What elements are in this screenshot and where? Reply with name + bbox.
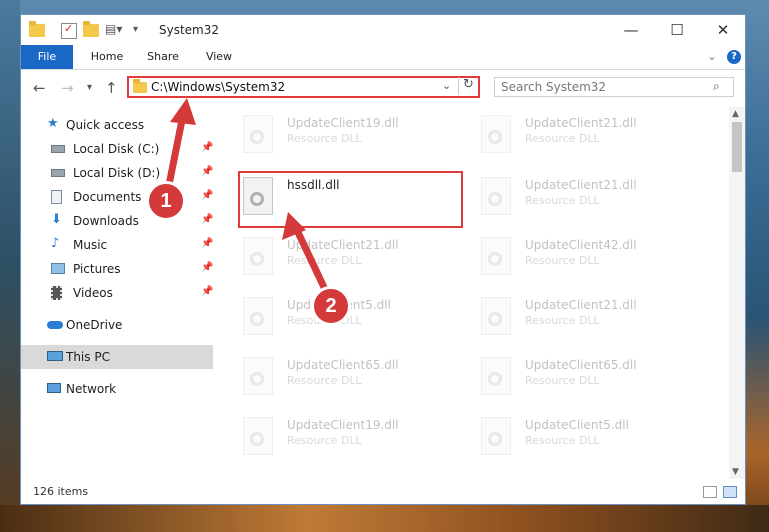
file-tile[interactable]: UpdateClient19.dll Resource DLL [221, 107, 451, 163]
dll-file-icon [243, 357, 273, 395]
drive-icon [51, 169, 65, 177]
star-icon: ★ [47, 116, 59, 131]
up-arrow-icon[interactable]: ↑ [105, 79, 118, 97]
item-count: 126 items [33, 485, 89, 498]
desktop-background-bottom [0, 505, 769, 532]
file-explorer-window: ✓ ▤▾ ▾ System32 — ☐ ✕ File Home Share Vi… [20, 14, 746, 505]
help-icon[interactable]: ? [727, 50, 741, 64]
large-icons-view-icon[interactable] [723, 486, 737, 498]
nav-item-music[interactable]: ♪ Music 📌 [21, 233, 213, 257]
customize-quick-access-icon[interactable]: ▤▾ [105, 22, 122, 38]
music-icon: ♪ [51, 236, 60, 251]
search-icon[interactable]: ⌕ [713, 79, 720, 94]
pin-icon: 📌 [201, 214, 214, 225]
refresh-icon[interactable]: ↻ [458, 77, 474, 95]
file-tile[interactable]: UpdateClient19.dll Resource DLL [221, 409, 451, 465]
recent-locations-chevron-icon[interactable]: ▾ [87, 82, 92, 93]
title-bar: ✓ ▤▾ ▾ System32 — ☐ ✕ [21, 15, 745, 45]
address-path: C:\Windows\System32 [151, 80, 286, 94]
maximize-button[interactable]: ☐ [654, 15, 700, 45]
tab-share[interactable]: Share [143, 45, 183, 69]
file-tile[interactable]: UpdateClient65.dll Resource DLL [221, 349, 451, 405]
scrollbar-thumb[interactable] [732, 122, 742, 172]
forward-arrow-icon[interactable]: → [61, 79, 74, 97]
nav-item-pictures[interactable]: Pictures 📌 [21, 257, 213, 281]
dll-file-icon [481, 417, 511, 455]
file-tile[interactable]: UpdateClient42.dll Resource DLL [459, 229, 689, 285]
properties-icon[interactable]: ✓ [61, 22, 77, 39]
dll-file-icon [243, 237, 273, 275]
scroll-up-icon[interactable]: ▲ [732, 109, 739, 119]
expand-ribbon-icon[interactable]: ⌄ [705, 45, 719, 69]
address-row: ← → ▾ ↑ C:\Windows\System32 ⌄ ↻ Search S… [21, 70, 745, 104]
address-bar[interactable]: C:\Windows\System32 ⌄ ↻ [127, 76, 480, 98]
cloud-icon [47, 321, 63, 329]
status-bar: 126 items [21, 481, 745, 504]
close-button[interactable]: ✕ [700, 15, 746, 45]
pin-icon: 📌 [201, 238, 214, 249]
nav-item-onedrive[interactable]: OneDrive [21, 313, 213, 337]
documents-icon [51, 190, 62, 204]
dll-file-icon [481, 357, 511, 395]
scroll-down-icon[interactable]: ▼ [732, 467, 739, 477]
file-tile[interactable]: UpdateClient5.dll Resource DLL [459, 409, 689, 465]
search-input[interactable]: Search System32 ⌕ [494, 77, 734, 97]
new-folder-icon[interactable] [83, 21, 99, 38]
nav-item-local-disk-c[interactable]: Local Disk (C:) 📌 [21, 137, 213, 161]
file-tile[interactable]: UpdateClient21.dll Resource DLL [459, 289, 689, 345]
window-title: System32 [159, 23, 220, 37]
nav-item-downloads[interactable]: ⬇ Downloads 📌 [21, 209, 213, 233]
back-arrow-icon[interactable]: ← [33, 79, 46, 97]
tab-view[interactable]: View [199, 45, 239, 69]
details-view-icon[interactable] [703, 486, 717, 498]
nav-item-network[interactable]: Network [21, 377, 213, 401]
desktop-background-left [0, 0, 20, 532]
file-tile[interactable]: UpdateClient65.dll Resource DLL [459, 349, 689, 405]
quick-access-dropdown-icon[interactable]: ▾ [133, 24, 149, 40]
minimize-button[interactable]: — [608, 15, 654, 45]
dll-file-icon [481, 115, 511, 153]
dll-file-icon [243, 297, 273, 335]
computer-icon [47, 351, 63, 361]
nav-item-videos[interactable]: Videos 📌 [21, 281, 213, 305]
nav-item-quick-access[interactable]: ★ Quick access [21, 113, 213, 137]
tab-home[interactable]: Home [87, 45, 127, 69]
drive-icon [51, 145, 65, 153]
file-tile[interactable]: UpdateClient21.dll Resource DLL [459, 169, 689, 225]
search-placeholder: Search System32 [501, 80, 607, 94]
dll-file-icon [481, 237, 511, 275]
nav-item-local-disk-d[interactable]: Local Disk (D:) 📌 [21, 161, 213, 185]
dll-file-icon [243, 115, 273, 153]
callout-badge-one: 1 [146, 181, 186, 221]
pin-icon: 📌 [201, 286, 214, 297]
navigation-pane: ★ Quick access Local Disk (C:) 📌 Local D… [21, 107, 213, 479]
dll-file-icon [243, 417, 273, 455]
pin-icon: 📌 [201, 142, 214, 153]
tab-file[interactable]: File [21, 45, 73, 69]
videos-icon [51, 286, 62, 300]
folder-icon [29, 21, 45, 38]
pin-icon: 📌 [201, 166, 214, 177]
address-dropdown-icon[interactable]: ⌄ [442, 79, 451, 92]
folder-icon [133, 79, 147, 93]
pin-icon: 📌 [201, 262, 214, 273]
file-list: UpdateClient19.dll Resource DLL UpdateCl… [221, 107, 727, 479]
file-tile[interactable]: UpdateClient21.dll Resource DLL [459, 107, 689, 163]
pictures-icon [51, 263, 65, 274]
dll-file-icon [481, 297, 511, 335]
hssdll-highlight-box [238, 171, 463, 228]
ribbon-tabs: File Home Share View ⌄ ? [21, 45, 745, 70]
file-tile[interactable]: UpdateClient21.dll Resource DLL [221, 229, 451, 285]
vertical-scrollbar[interactable]: ▲ ▼ [729, 107, 745, 479]
dll-file-icon [481, 177, 511, 215]
nav-item-this-pc[interactable]: This PC [21, 345, 213, 369]
pin-icon: 📌 [201, 190, 214, 201]
network-icon [47, 383, 61, 393]
callout-badge-two: 2 [311, 286, 351, 326]
downloads-icon: ⬇ [51, 212, 62, 227]
